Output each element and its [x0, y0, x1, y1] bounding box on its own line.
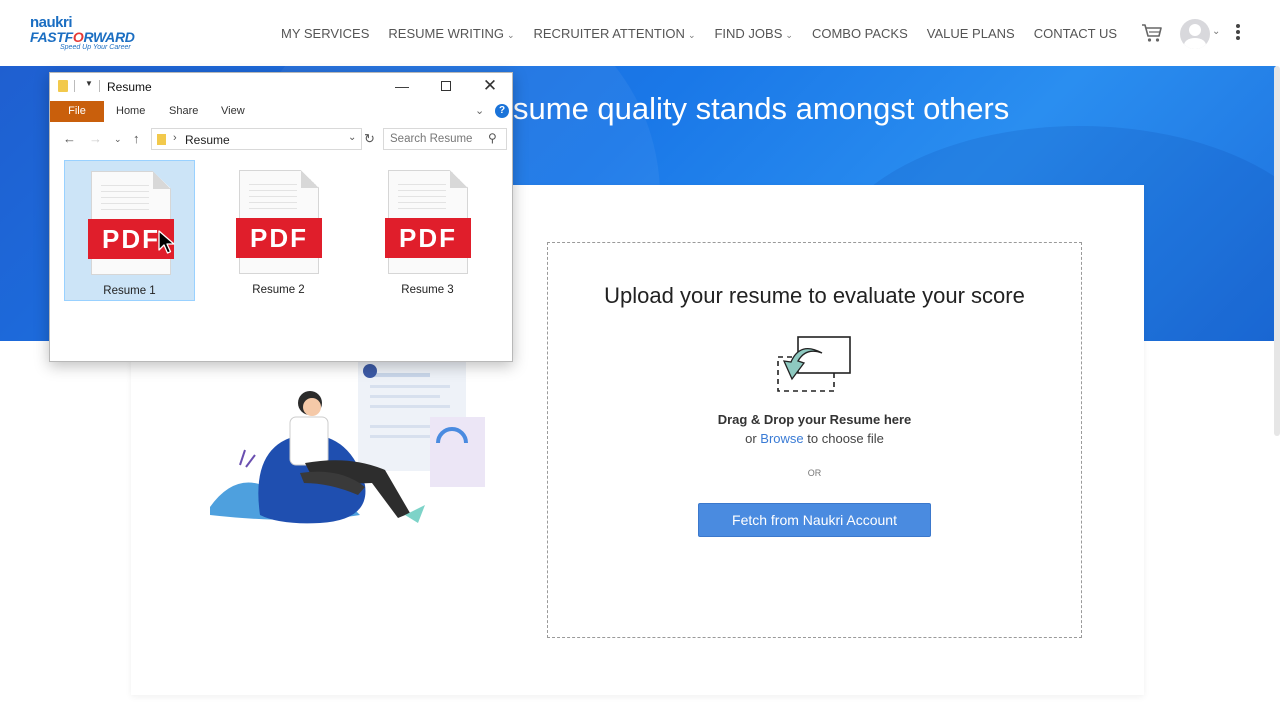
nav-contact-us[interactable]: CONTACT US	[1034, 26, 1117, 41]
explorer-ribbon: File Home Share View ⌄ ?	[50, 101, 512, 123]
forward-arrow-icon[interactable]: →	[89, 131, 102, 146]
quick-access-dropdown-icon[interactable]: ▼	[85, 79, 93, 88]
tab-home[interactable]: Home	[116, 105, 145, 117]
file-name: Resume 3	[401, 284, 454, 296]
nav-value-plans[interactable]: VALUE PLANS	[927, 26, 1015, 41]
file-resume-3[interactable]: PDF Resume 3	[362, 160, 493, 301]
explorer-title: Resume	[107, 80, 152, 94]
user-avatar-icon[interactable]	[1180, 19, 1210, 49]
drag-drop-upload-icon	[777, 336, 851, 392]
nav-combo-packs[interactable]: COMBO PACKS	[812, 26, 908, 41]
resume-dropzone[interactable]: Upload your resume to evaluate your scor…	[547, 242, 1082, 638]
minimize-button[interactable]: —	[392, 77, 412, 95]
pdf-file-icon: PDF	[236, 170, 322, 274]
breadcrumb[interactable]: Resume	[185, 133, 230, 147]
kebab-menu-icon[interactable]	[1232, 24, 1244, 44]
up-arrow-icon[interactable]: ↑	[133, 131, 140, 146]
page-scrollbar[interactable]	[1274, 66, 1280, 436]
logo-line-fastforward: FASTFORWARD	[30, 29, 135, 45]
chevron-down-icon: ⌄	[785, 30, 793, 40]
chevron-down-icon: ⌄	[506, 30, 515, 40]
nav-my-services[interactable]: MY SERVICES	[281, 26, 369, 41]
nav-resume-writing[interactable]: RESUME WRITING ⌄	[388, 26, 514, 41]
naukri-fastforward-logo[interactable]: naukri FASTFORWARD Speed Up Your Career	[30, 14, 140, 52]
tab-view[interactable]: View	[221, 105, 245, 117]
breadcrumb-chevron-icon: ›	[173, 132, 177, 144]
explorer-titlebar[interactable]: ▼ Resume — ✕	[50, 73, 512, 99]
upload-title: Upload your resume to evaluate your scor…	[604, 283, 1025, 308]
address-bar[interactable]: › Resume ⌄	[151, 128, 362, 150]
back-arrow-icon[interactable]: ←	[63, 131, 76, 146]
drag-drop-text: Drag & Drop your Resume here	[717, 412, 912, 427]
pdf-file-icon: PDF	[385, 170, 471, 274]
chevron-down-icon: ⌄	[687, 30, 696, 40]
cart-icon[interactable]	[1141, 22, 1163, 44]
or-divider-text: OR	[807, 468, 822, 478]
file-name: Resume 1	[103, 285, 156, 297]
browse-line: or Browse to choose file	[745, 431, 884, 446]
person-on-beanbag-illustration	[210, 361, 485, 524]
recent-locations-chevron-icon[interactable]: ⌄	[114, 134, 122, 145]
close-button[interactable]: ✕	[480, 77, 500, 95]
tab-share[interactable]: Share	[169, 105, 198, 117]
browse-link[interactable]: Browse	[760, 431, 803, 446]
maximize-button[interactable]	[436, 77, 456, 95]
explorer-address-row: ← → ⌄ ↑ › Resume ⌄ ↻ Search Resume ⚲	[50, 127, 512, 151]
search-icon: ⚲	[488, 131, 497, 145]
address-dropdown-icon[interactable]: ⌄	[348, 132, 356, 143]
explorer-search-input[interactable]: Search Resume ⚲	[383, 128, 507, 150]
tab-file[interactable]: File	[50, 101, 104, 122]
nav-find-jobs[interactable]: FIND JOBS ⌄	[714, 26, 792, 41]
file-name: Resume 2	[252, 284, 305, 296]
chevron-down-icon[interactable]: ⌄	[1212, 26, 1220, 37]
expand-ribbon-icon[interactable]: ⌄	[475, 104, 484, 117]
pdf-file-icon: PDF	[88, 171, 174, 275]
folder-icon	[157, 134, 166, 145]
help-icon[interactable]: ?	[495, 104, 509, 118]
logo-line-naukri: naukri	[30, 14, 73, 31]
top-navbar: naukri FASTFORWARD Speed Up Your Career …	[0, 0, 1280, 66]
folder-icon	[58, 80, 68, 92]
file-resume-1[interactable]: PDF Resume 1	[64, 160, 195, 301]
main-nav: MY SERVICES RESUME WRITING ⌄ RECRUITER AT…	[281, 26, 1136, 41]
file-explorer-window[interactable]: ▼ Resume — ✕ File Home Share View ⌄ ? ← …	[49, 72, 513, 362]
nav-recruiter-attention[interactable]: RECRUITER ATTENTION ⌄	[534, 26, 696, 41]
hero-title: sume quality stands amongst others	[513, 91, 1010, 126]
fetch-from-naukri-button[interactable]: Fetch from Naukri Account	[698, 503, 931, 537]
refresh-icon[interactable]: ↻	[364, 131, 375, 147]
logo-tagline: Speed Up Your Career	[60, 44, 131, 51]
file-resume-2[interactable]: PDF Resume 2	[213, 160, 344, 301]
